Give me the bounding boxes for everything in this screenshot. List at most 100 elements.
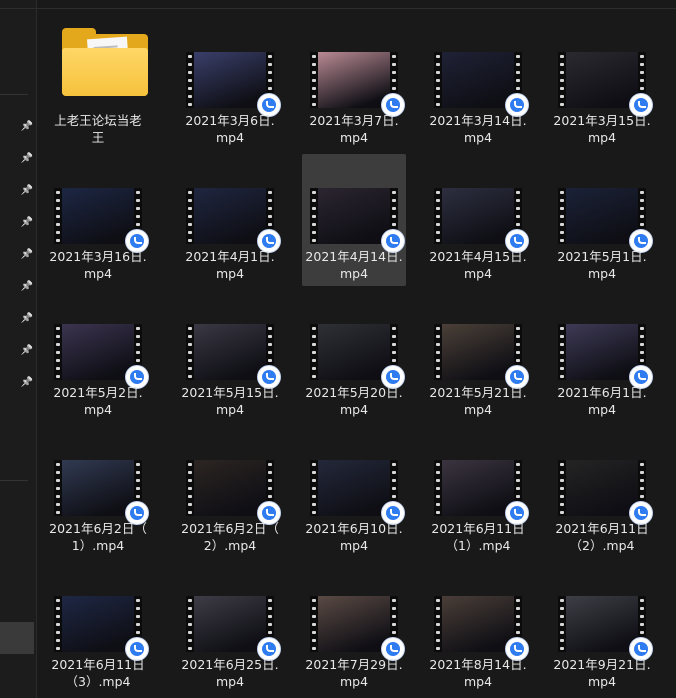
pin-icon[interactable]: 📌 [20, 184, 34, 198]
file-name-label: 2021年5月20日. mp4 [302, 384, 406, 418]
file-name-label: 2021年5月2日. mp4 [46, 384, 150, 418]
video-file-item[interactable]: 2021年3月6日. mp4 [178, 18, 282, 150]
video-file-item[interactable]: 2021年3月16日. mp4 [46, 154, 150, 286]
file-name-line1: 2021年6月2日（ [49, 521, 147, 536]
video-file-item[interactable]: 2021年6月1日. mp4 [550, 290, 654, 422]
file-name-label: 2021年3月7日. mp4 [302, 112, 406, 146]
file-name-line2: mp4 [463, 674, 493, 689]
video-file-item[interactable]: 2021年4月1日. mp4 [178, 154, 282, 286]
nav-selected-item[interactable] [0, 622, 34, 654]
file-name-line1: 2021年5月15日. [181, 385, 279, 400]
file-name-line1: 2021年3月7日. [309, 113, 399, 128]
video-file-item[interactable]: 2021年3月15日. mp4 [550, 18, 654, 150]
video-file-item[interactable]: 2021年7月29日. mp4 [302, 562, 406, 694]
pin-icon[interactable]: 📌 [20, 312, 34, 326]
video-file-item[interactable]: 2021年8月14日. mp4 [426, 562, 530, 694]
video-file-item[interactable]: 2021年5月2日. mp4 [46, 290, 150, 422]
navigation-pane: 📌 📌 📌 📌 📌 📌 📌 📌 📌 [0, 0, 37, 698]
video-file-item[interactable]: 2021年6月11日 （1）.mp4 [426, 426, 530, 558]
file-name-label: 2021年6月25日. mp4 [178, 656, 282, 690]
video-file-item[interactable]: 2021年3月7日. mp4 [302, 18, 406, 150]
nav-divider [0, 480, 28, 481]
file-name-line2: mp4 [587, 130, 617, 145]
video-file-item[interactable]: 2021年3月14日. mp4 [426, 18, 530, 150]
nav-top-divider [0, 8, 36, 9]
file-name-line1: 2021年6月2日（ [181, 521, 279, 536]
file-name-line2: mp4 [587, 266, 617, 281]
file-name-line2: 1）.mp4 [71, 538, 125, 553]
file-name-line2: （2）.mp4 [569, 538, 635, 553]
file-name-line2: mp4 [339, 538, 369, 553]
video-file-item[interactable]: 2021年6月11日 （3）.mp4 [46, 562, 150, 694]
file-name-line2: mp4 [463, 130, 493, 145]
folder-label: 上老王论坛当老 王 [46, 112, 150, 146]
pin-icon[interactable]: 📌 [20, 248, 34, 262]
file-name-label: 2021年5月21日. mp4 [426, 384, 530, 418]
file-name-label: 2021年8月14日. mp4 [426, 656, 530, 690]
file-name-label: 2021年3月14日. mp4 [426, 112, 530, 146]
file-name-line2: mp4 [215, 130, 245, 145]
file-name-line2: mp4 [215, 402, 245, 417]
folder-label-line2: 王 [91, 130, 105, 145]
file-name-line1: 2021年3月16日. [49, 249, 147, 264]
video-file-item[interactable]: 2021年6月25日. mp4 [178, 562, 282, 694]
file-name-label: 2021年6月1日. mp4 [550, 384, 654, 418]
file-name-line1: 2021年5月20日. [305, 385, 403, 400]
file-name-line2: mp4 [215, 674, 245, 689]
nav-divider [0, 94, 28, 95]
file-name-line1: 2021年7月29日. [305, 657, 403, 672]
file-name-line1: 2021年6月11日 [431, 521, 525, 536]
video-file-item[interactable]: 2021年5月21日. mp4 [426, 290, 530, 422]
file-name-line2: mp4 [339, 402, 369, 417]
pin-icon[interactable]: 📌 [20, 344, 34, 358]
file-name-line2: mp4 [339, 130, 369, 145]
file-name-line1: 2021年8月14日. [429, 657, 527, 672]
file-name-line2: mp4 [83, 266, 113, 281]
file-name-line2: mp4 [215, 266, 245, 281]
file-name-line2: mp4 [339, 266, 369, 281]
file-name-label: 2021年4月14日. mp4 [302, 248, 406, 282]
pin-icon[interactable]: 📌 [20, 120, 34, 134]
video-file-item[interactable]: 2021年6月10日. mp4 [302, 426, 406, 558]
file-name-line2: mp4 [339, 674, 369, 689]
video-file-item[interactable]: 2021年5月1日. mp4 [550, 154, 654, 286]
folder-item[interactable]: 上老王论坛当老 王 [46, 18, 150, 150]
file-name-label: 2021年4月1日. mp4 [178, 248, 282, 282]
file-name-label: 2021年6月2日（ 1）.mp4 [46, 520, 150, 554]
file-name-label: 2021年6月11日 （2）.mp4 [550, 520, 654, 554]
file-name-line2: （1）.mp4 [445, 538, 511, 553]
pin-icon[interactable]: 📌 [20, 376, 34, 390]
file-name-label: 2021年5月1日. mp4 [550, 248, 654, 282]
pin-icon[interactable]: 📌 [20, 152, 34, 166]
file-name-label: 2021年9月21日. mp4 [550, 656, 654, 690]
folder-label-line1: 上老王论坛当老 [54, 113, 142, 128]
video-file-item[interactable]: 2021年6月2日（ 2）.mp4 [178, 426, 282, 558]
video-file-item[interactable]: 2021年6月2日（ 1）.mp4 [46, 426, 150, 558]
video-file-item[interactable]: 2021年4月14日. mp4 [302, 154, 406, 286]
video-file-item[interactable]: 2021年9月21日. mp4 [550, 562, 654, 694]
file-name-line1: 2021年6月10日. [305, 521, 403, 536]
file-name-line1: 2021年3月6日. [185, 113, 275, 128]
pin-icon[interactable]: 📌 [20, 216, 34, 230]
file-name-line2: mp4 [587, 674, 617, 689]
file-grid: 上老王论坛当老 王 2021年3月6日. mp4 2021年3月7日. mp4 2021… [46, 18, 676, 698]
file-name-line1: 2021年6月11日 [51, 657, 145, 672]
video-file-item[interactable]: 2021年4月15日. mp4 [426, 154, 530, 286]
file-name-line1: 2021年5月2日. [53, 385, 143, 400]
video-file-item[interactable]: 2021年5月20日. mp4 [302, 290, 406, 422]
file-name-line2: mp4 [463, 402, 493, 417]
file-name-label: 2021年5月15日. mp4 [178, 384, 282, 418]
file-name-line1: 2021年4月14日. [305, 249, 403, 264]
file-name-line1: 2021年6月11日 [555, 521, 649, 536]
file-name-label: 2021年3月15日. mp4 [550, 112, 654, 146]
top-divider [36, 8, 676, 9]
file-name-line1: 2021年4月15日. [429, 249, 527, 264]
file-name-label: 2021年6月11日 （1）.mp4 [426, 520, 530, 554]
file-name-line1: 2021年6月25日. [181, 657, 279, 672]
file-name-label: 2021年6月2日（ 2）.mp4 [178, 520, 282, 554]
video-file-item[interactable]: 2021年6月11日 （2）.mp4 [550, 426, 654, 558]
file-name-label: 2021年3月16日. mp4 [46, 248, 150, 282]
pin-icon[interactable]: 📌 [20, 280, 34, 294]
video-file-item[interactable]: 2021年5月15日. mp4 [178, 290, 282, 422]
file-name-label: 2021年6月11日 （3）.mp4 [46, 656, 150, 690]
